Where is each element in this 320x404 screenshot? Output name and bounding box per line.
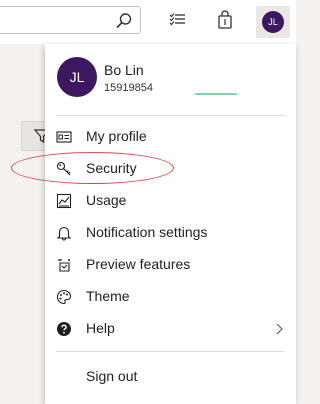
search-icon[interactable] (115, 12, 133, 30)
menu-item-label: Usage (86, 192, 127, 208)
task-list-icon[interactable] (168, 10, 188, 30)
menu-item-label: Theme (86, 288, 130, 304)
menu-item-label: Notification settings (86, 224, 208, 240)
key-icon (56, 161, 71, 176)
menu-item-label: My profile (86, 128, 147, 144)
divider (56, 115, 285, 116)
menu-item-preview-features[interactable]: Preview features (45, 249, 296, 281)
menu-item-label: Preview features (86, 256, 191, 272)
menu-item-security[interactable]: Security (45, 153, 296, 185)
bell-icon (56, 226, 72, 241)
menu-item-notification-settings[interactable]: Notification settings (45, 217, 296, 249)
menu-item-my-profile[interactable]: My profile (45, 121, 296, 153)
menu-item-label: Security (86, 160, 137, 176)
usage-icon (56, 193, 72, 209)
search-input[interactable] (0, 6, 141, 34)
user-avatar: JL (57, 57, 97, 97)
sign-out-button[interactable]: Sign out (45, 361, 296, 393)
avatar: JL (262, 11, 284, 33)
profile-card-icon (56, 131, 72, 143)
user-phone: 15919854 (104, 82, 153, 94)
menu-item-usage[interactable]: Usage (45, 185, 296, 217)
menu-item-label: Help (86, 320, 115, 336)
redaction-mark (195, 93, 237, 95)
help-icon (57, 322, 71, 336)
divider (56, 351, 285, 352)
top-bar: JL (0, 0, 296, 44)
shopping-bag-icon[interactable] (215, 10, 235, 30)
account-button[interactable]: JL (256, 6, 290, 38)
preview-icon (58, 259, 70, 272)
sign-out-label: Sign out (86, 368, 138, 384)
palette-icon (56, 289, 72, 305)
menu-item-help[interactable]: Help (45, 313, 296, 345)
chevron-right-icon (276, 323, 283, 335)
account-menu: JL Bo Lin 15919854 My profile Security U… (45, 44, 296, 404)
user-name: Bo Lin (104, 62, 144, 78)
menu-item-theme[interactable]: Theme (45, 281, 296, 313)
